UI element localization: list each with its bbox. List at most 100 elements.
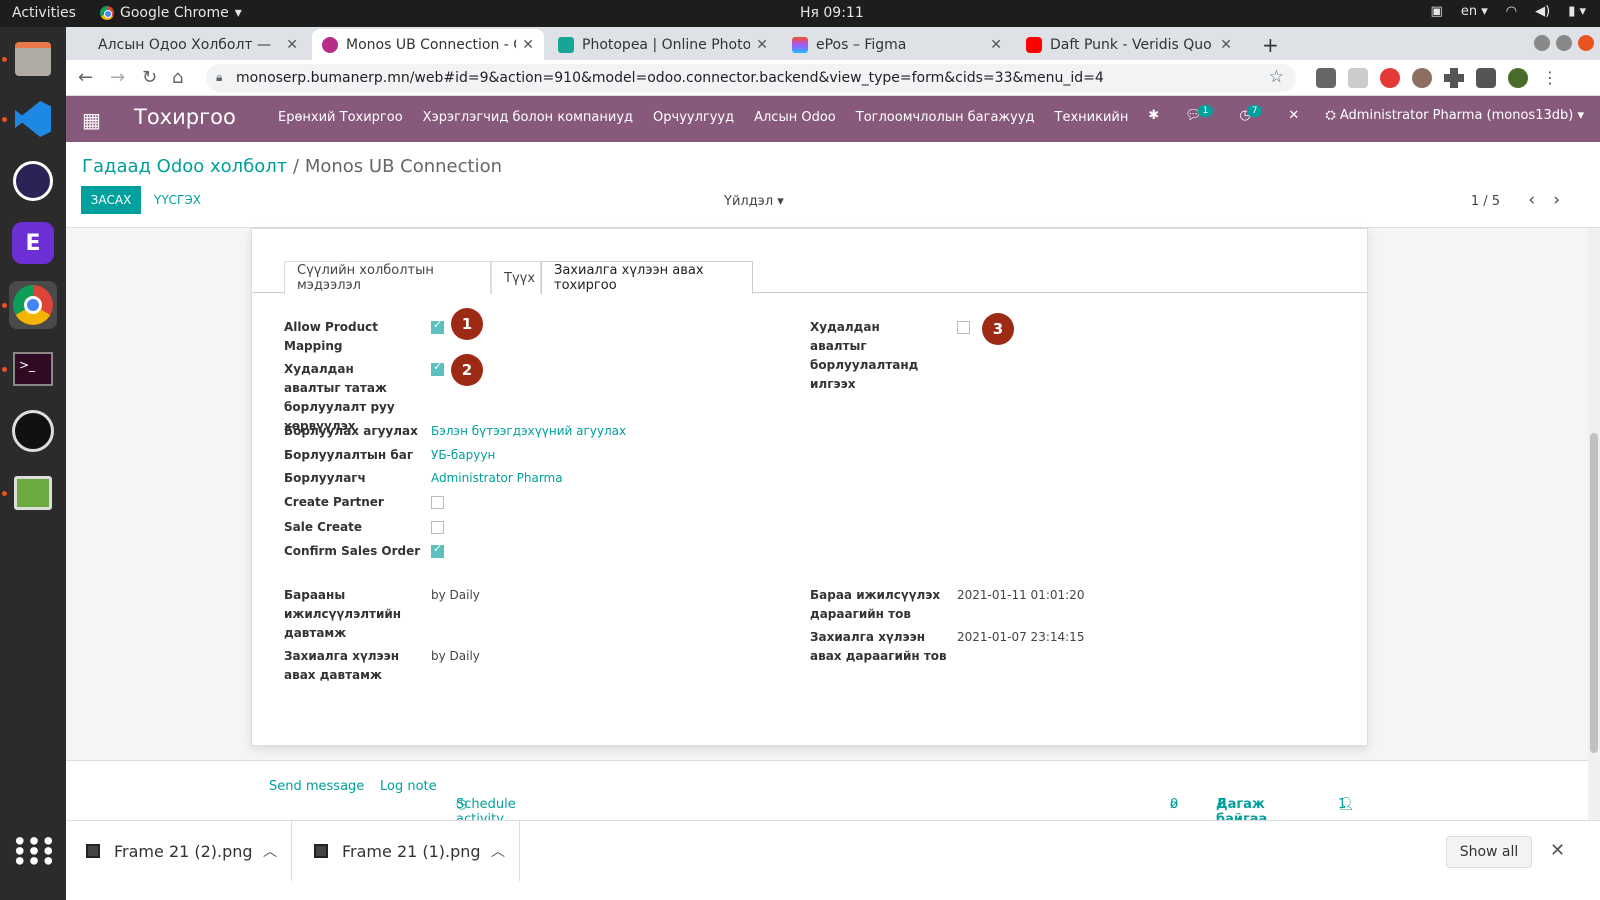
- browser-tab[interactable]: Photopea | Online Photo E ✕: [548, 29, 778, 60]
- confirm-sales-order-checkbox[interactable]: [431, 542, 444, 558]
- show-applications-button[interactable]: ∙∙∙ ∙∙∙ ∙∙∙: [9, 827, 57, 875]
- tab-last-connection[interactable]: Сүүлийн холболтын мэдээлэл: [284, 261, 491, 294]
- system-tray[interactable]: ▣ en ▾ ◠ ◀) ▮ ▾: [1431, 4, 1586, 19]
- pager-previous-icon[interactable]: ‹: [1528, 190, 1535, 210]
- close-icon[interactable]: ✕: [286, 37, 298, 53]
- close-icon[interactable]: ✕: [990, 37, 1002, 53]
- close-icon[interactable]: ✕: [756, 37, 768, 53]
- show-all-downloads-button[interactable]: Show all: [1446, 836, 1532, 868]
- order-frequency-value: by Daily: [431, 649, 480, 663]
- chrome-icon: [100, 6, 114, 20]
- log-note-button[interactable]: Log note: [380, 779, 437, 794]
- back-arrow-icon[interactable]: ←: [78, 67, 93, 88]
- volume-icon[interactable]: ◀): [1535, 4, 1550, 19]
- page-scrollbar[interactable]: [1588, 228, 1600, 820]
- close-icon[interactable]: ✕: [1220, 37, 1232, 53]
- chrome-icon: [13, 285, 53, 325]
- user-name: Administrator Pharma (monos13db): [1339, 108, 1574, 123]
- more-menu-icon[interactable]: ⋮: [1540, 68, 1560, 88]
- address-bar[interactable]: 🔒︎ monoserp.bumanerp.mn/web#id=9&action=…: [206, 64, 1296, 92]
- extension-icon[interactable]: [1316, 68, 1336, 88]
- breadcrumb-parent[interactable]: Гадаад Odoo холболт: [82, 156, 287, 177]
- camera-icon[interactable]: ▣: [1431, 4, 1443, 19]
- extension-icon[interactable]: [1412, 68, 1432, 88]
- warehouse-link[interactable]: Бэлэн бүтээгдэхүүний агуулах: [431, 422, 626, 441]
- puzzle-icon[interactable]: [1444, 68, 1464, 88]
- pager-next-icon[interactable]: ›: [1553, 190, 1560, 210]
- tab-history[interactable]: Түүх: [491, 261, 541, 294]
- lock-icon[interactable]: 🔒︎: [216, 70, 222, 85]
- warehouse-label: Борлуулах агуулах: [284, 424, 418, 438]
- menu-technical[interactable]: Техникийн: [1055, 110, 1129, 125]
- extension-icon[interactable]: [1380, 68, 1400, 88]
- dock-eclipse[interactable]: [9, 157, 57, 205]
- browser-tab-active[interactable]: Monos UB Connection - O ✕: [312, 29, 544, 60]
- media-control-icon[interactable]: [1476, 68, 1496, 88]
- product-frequency-value: by Daily: [431, 588, 480, 602]
- minimize-button[interactable]: [1534, 35, 1550, 51]
- menu-translations[interactable]: Орчуулгууд: [653, 110, 734, 125]
- activities-button[interactable]: Activities: [12, 5, 76, 21]
- sale-create-checkbox[interactable]: [431, 521, 444, 534]
- download-item[interactable]: Frame 21 (2).png ︿: [66, 821, 292, 881]
- dock-vscode[interactable]: [9, 95, 57, 143]
- elementor-icon: E: [12, 222, 54, 264]
- edit-button[interactable]: ЗАСАХ: [81, 186, 141, 214]
- allow-product-mapping-checkbox[interactable]: [431, 318, 444, 334]
- dock-terminal[interactable]: >_: [9, 345, 57, 393]
- clock[interactable]: Ня 09:11: [800, 5, 864, 21]
- activities-menu[interactable]: ◷7: [1239, 105, 1263, 123]
- tab-order-settings[interactable]: Захиалга хүлээн авах тохиргоо: [541, 261, 753, 294]
- send-message-button[interactable]: Send message: [269, 779, 364, 794]
- battery-icon[interactable]: ▮ ▾: [1568, 4, 1586, 19]
- messages-menu[interactable]: 💬︎1: [1185, 105, 1214, 123]
- dock-elementor[interactable]: E: [9, 219, 57, 267]
- dock-obs[interactable]: [9, 407, 57, 455]
- maximize-button[interactable]: [1556, 35, 1572, 51]
- send-purchase-checkbox[interactable]: [957, 321, 970, 334]
- apps-grid-icon[interactable]: ▦: [82, 108, 101, 132]
- dock-files[interactable]: [9, 35, 57, 83]
- app-title[interactable]: Тохиргоо: [134, 105, 236, 129]
- browser-tab[interactable]: Алсын Одоо Холболт — ✕: [88, 29, 308, 60]
- menu-general-settings[interactable]: Ерөнхий Тохиргоо: [278, 110, 403, 125]
- create-button[interactable]: ҮҮСГЭХ: [154, 193, 201, 207]
- product-next-date-value: 2021-01-11 01:01:20: [957, 588, 1085, 602]
- create-partner-checkbox[interactable]: [431, 496, 444, 509]
- reload-icon[interactable]: ↻: [142, 67, 157, 88]
- action-dropdown[interactable]: Үйлдэл ▾: [724, 194, 784, 209]
- new-tab-button[interactable]: +: [1252, 29, 1282, 60]
- download-filename: Frame 21 (2).png: [114, 841, 253, 861]
- chevron-up-icon[interactable]: ︿: [491, 841, 505, 861]
- menu-remote-odoo[interactable]: Алсын Odoo: [754, 110, 836, 125]
- chevron-up-icon[interactable]: ︿: [263, 841, 277, 861]
- menu-users-companies[interactable]: Хэрэглэгчид болон компаниуд: [423, 110, 633, 125]
- browser-tab[interactable]: ePos – Figma ✕: [782, 29, 1012, 60]
- language-indicator[interactable]: en ▾: [1461, 4, 1488, 19]
- home-icon[interactable]: ⌂: [172, 67, 183, 88]
- profile-avatar[interactable]: [1508, 68, 1528, 88]
- salesperson-link[interactable]: Administrator Pharma: [431, 469, 563, 488]
- odoo-navbar: ▦ Тохиргоо Ерөнхий Тохиргоо Хэрэглэгчид …: [66, 96, 1600, 142]
- sales-team-link[interactable]: УБ-баруун: [431, 446, 495, 465]
- download-item[interactable]: Frame 21 (1).png ︿: [294, 821, 520, 881]
- app-menu[interactable]: Google Chrome ▾: [100, 5, 242, 21]
- bookmark-star-icon[interactable]: ☆: [1269, 67, 1284, 87]
- close-icon[interactable]: ✕: [522, 37, 534, 53]
- wifi-icon[interactable]: ◠: [1506, 4, 1517, 19]
- tools-icon[interactable]: ✕: [1288, 108, 1299, 123]
- browser-tab[interactable]: Daft Punk - Veridis Quo ✕: [1016, 29, 1242, 60]
- user-menu[interactable]: ⛭ Administrator Pharma (monos13db) ▾: [1325, 108, 1584, 123]
- close-icon[interactable]: ✕: [1550, 840, 1565, 861]
- dock-chrome[interactable]: [9, 281, 57, 329]
- dock-image-viewer[interactable]: [9, 469, 57, 517]
- debug-bug-icon[interactable]: ✱: [1148, 108, 1159, 123]
- convert-purchase-checkbox[interactable]: [431, 360, 444, 376]
- menu-gamification[interactable]: Тоглоомчлолын багажууд: [856, 110, 1035, 125]
- scrollbar-thumb[interactable]: [1590, 433, 1598, 753]
- pager-value[interactable]: 1 / 5: [1471, 194, 1500, 209]
- messages-badge: 1: [1197, 105, 1214, 117]
- forward-arrow-icon[interactable]: →: [110, 67, 125, 88]
- window-close-button[interactable]: [1578, 35, 1594, 51]
- extension-icon[interactable]: [1348, 68, 1368, 88]
